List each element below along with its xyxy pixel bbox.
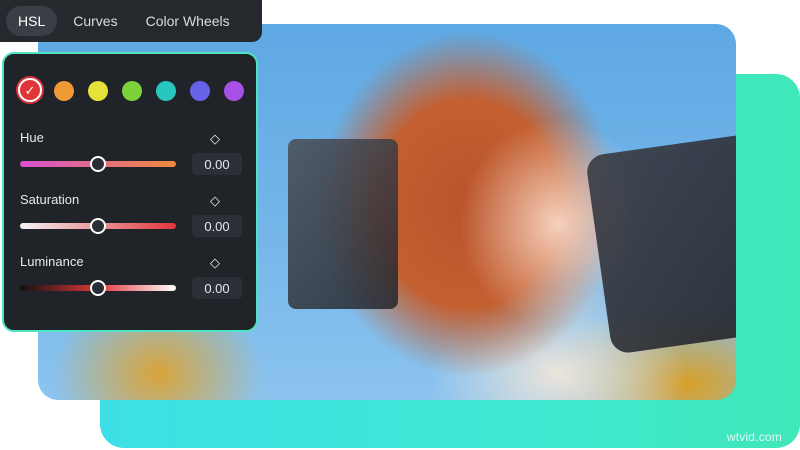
swatch-yellow[interactable] xyxy=(88,81,108,101)
hsl-panel: ✓ Hue ◇ 0.00 Saturation ◇ 0.00 Luminance… xyxy=(2,52,258,332)
skateboard-wheel-left xyxy=(288,139,398,309)
hue-slider-handle[interactable] xyxy=(90,156,106,172)
swatch-purple[interactable] xyxy=(224,81,244,101)
hue-value-field[interactable]: 0.00 xyxy=(192,153,242,175)
swatch-orange[interactable] xyxy=(54,81,74,101)
tab-hsl[interactable]: HSL xyxy=(6,6,58,36)
luminance-keyframe-icon[interactable]: ◇ xyxy=(210,255,220,271)
watermark-text: wtvid.com xyxy=(726,430,782,444)
swatch-cyan[interactable] xyxy=(156,81,176,101)
tab-color-wheels[interactable]: Color Wheels xyxy=(134,6,242,36)
saturation-keyframe-icon[interactable]: ◇ xyxy=(210,193,220,209)
luminance-label: Luminance xyxy=(20,254,84,269)
hue-label: Hue xyxy=(20,130,44,145)
skateboard-deck xyxy=(584,133,736,355)
color-swatch-row: ✓ xyxy=(18,78,248,102)
saturation-slider-handle[interactable] xyxy=(90,218,106,234)
saturation-value-field[interactable]: 0.00 xyxy=(192,215,242,237)
luminance-slider[interactable] xyxy=(20,280,176,296)
hue-keyframe-icon[interactable]: ◇ xyxy=(210,131,220,147)
saturation-slider[interactable] xyxy=(20,218,176,234)
check-icon: ✓ xyxy=(24,82,36,98)
tab-bar: HSL Curves Color Wheels xyxy=(0,0,262,42)
luminance-value-field[interactable]: 0.00 xyxy=(192,277,242,299)
swatch-red[interactable]: ✓ xyxy=(18,78,42,102)
swatch-green[interactable] xyxy=(122,81,142,101)
swatch-blue[interactable] xyxy=(190,81,210,101)
hue-slider[interactable] xyxy=(20,156,176,172)
saturation-label: Saturation xyxy=(20,192,80,207)
luminance-slider-handle[interactable] xyxy=(90,280,106,296)
tab-curves[interactable]: Curves xyxy=(61,6,129,36)
